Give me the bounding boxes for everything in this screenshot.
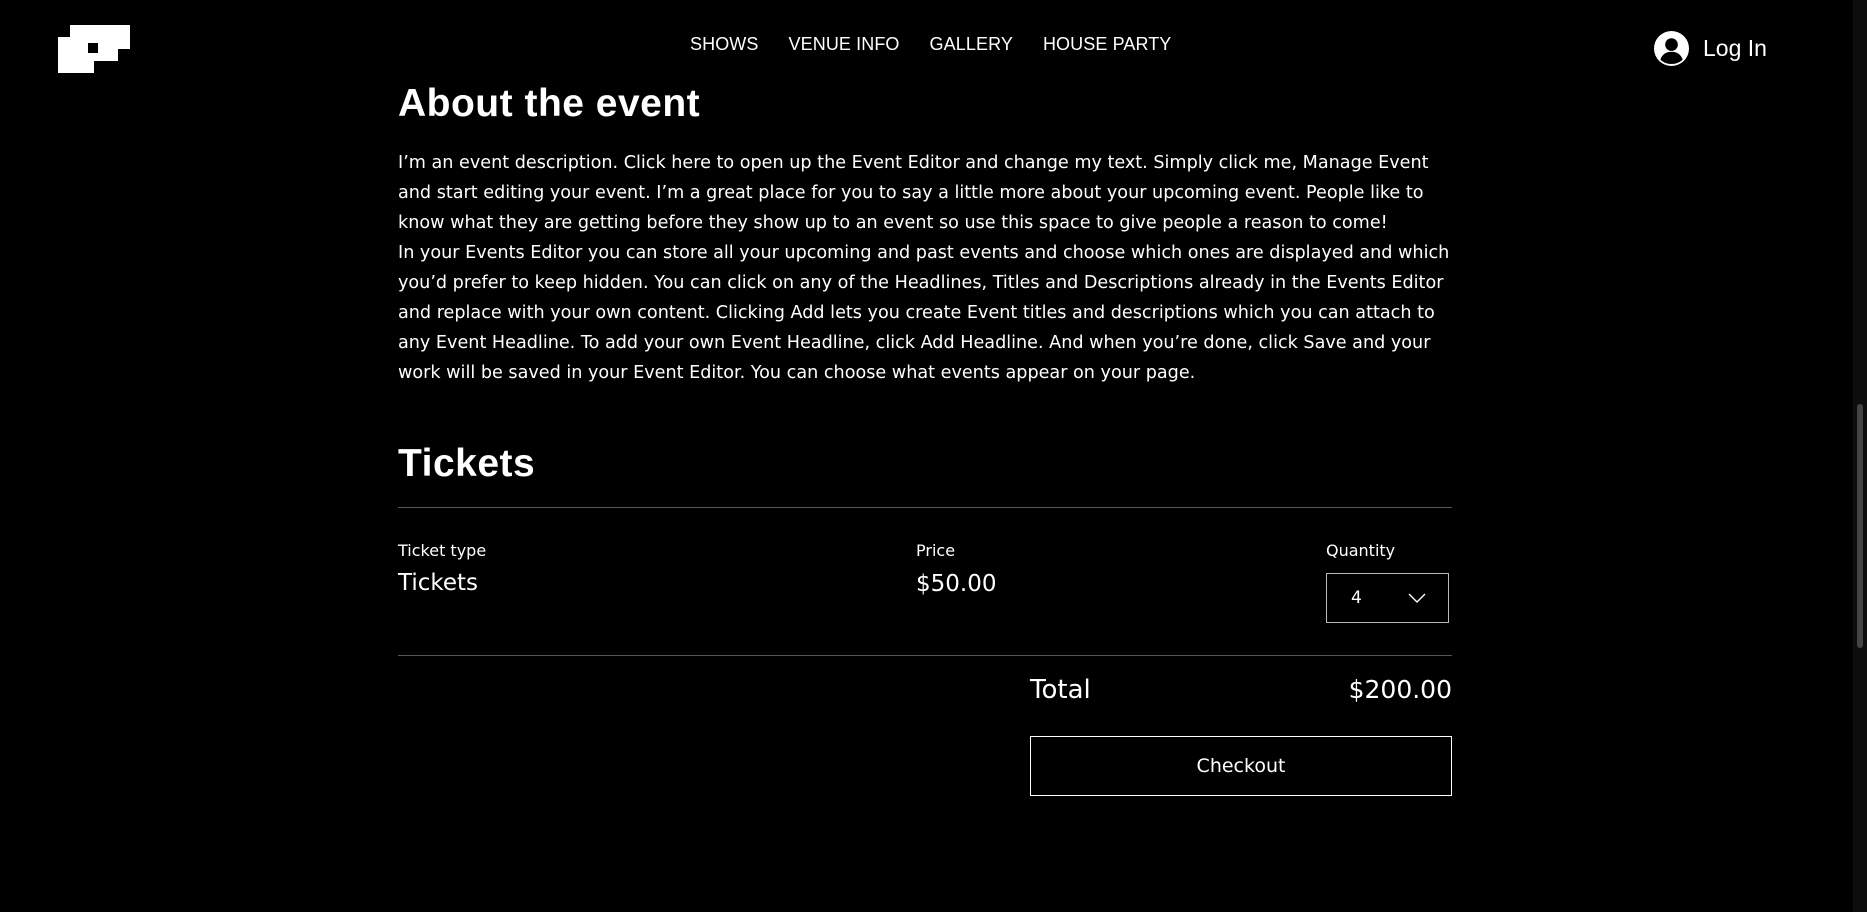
chevron-down-icon — [1408, 593, 1426, 603]
nav-venue-info[interactable]: VENUE INFO — [789, 34, 900, 55]
about-heading: About the event — [398, 82, 701, 125]
description-paragraph: I’m an event description. Click here to … — [398, 153, 1429, 233]
scrollbar-thumb[interactable] — [1857, 404, 1863, 648]
ticket-price-value: $50.00 — [916, 571, 997, 597]
nav-shows[interactable]: SHOWS — [690, 34, 759, 55]
description-paragraph: In your Events Editor you can store all … — [398, 243, 1450, 383]
price-label: Price — [916, 541, 956, 560]
ticket-type-label: Ticket type — [398, 541, 487, 560]
main-nav: SHOWS VENUE INFO GALLERY HOUSE PARTY — [690, 34, 1171, 55]
tickets-divider-bottom — [398, 655, 1452, 656]
page-scrollbar[interactable] — [1853, 0, 1867, 912]
nav-gallery[interactable]: GALLERY — [930, 34, 1013, 55]
pixel-logo-icon[interactable] — [58, 25, 130, 73]
tickets-divider-top — [398, 507, 1452, 508]
checkout-button[interactable]: Checkout — [1030, 736, 1452, 796]
login-label: Log In — [1703, 35, 1767, 61]
event-description: I’m an event description. Click here to … — [398, 148, 1458, 388]
login-button[interactable]: Log In — [1654, 31, 1767, 66]
total-label: Total — [1030, 675, 1091, 705]
tickets-heading: Tickets — [398, 442, 536, 485]
quantity-select[interactable]: 4 — [1326, 573, 1449, 623]
event-content: About the event I’m an event description… — [398, 78, 1452, 796]
ticket-type-value: Tickets — [398, 570, 479, 596]
total-value: $200.00 — [1348, 675, 1452, 704]
quantity-label: Quantity — [1326, 541, 1396, 560]
site-header: SHOWS VENUE INFO GALLERY HOUSE PARTY Log… — [0, 0, 1853, 90]
nav-house-party[interactable]: HOUSE PARTY — [1043, 34, 1171, 55]
quantity-value: 4 — [1351, 588, 1362, 608]
event-page: SHOWS VENUE INFO GALLERY HOUSE PARTY Log… — [0, 0, 1867, 912]
user-avatar-icon — [1654, 31, 1689, 66]
